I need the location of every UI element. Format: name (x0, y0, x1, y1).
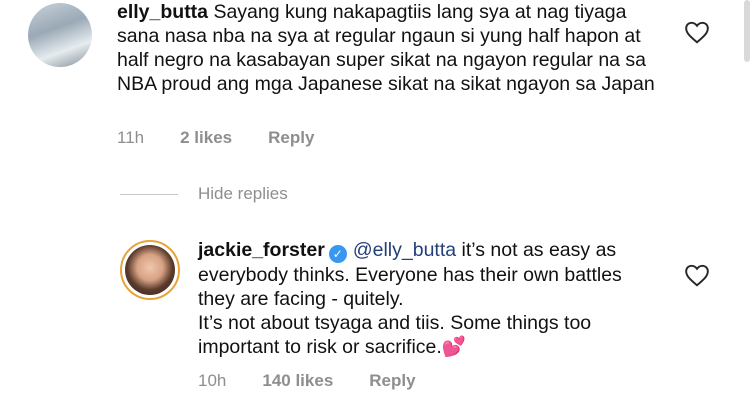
reply-button[interactable]: Reply (268, 128, 314, 148)
avatar-image (125, 245, 175, 295)
likes-count[interactable]: 140 likes (262, 371, 333, 391)
comment-text: elly_butta Sayang kung nakapagtiis lang … (117, 0, 672, 96)
timestamp: 11h (117, 128, 145, 147)
heart-outline-icon[interactable] (684, 263, 710, 287)
hide-replies-button[interactable]: Hide replies (120, 184, 288, 204)
avatar[interactable] (28, 3, 92, 67)
two-hearts-emoji: 💕 (441, 336, 467, 358)
comment-body-line2: It’s not about tsyaga and tiis. Some thi… (198, 312, 592, 358)
verified-badge-icon: ✓ (328, 245, 347, 263)
heart-outline-icon[interactable] (684, 20, 710, 44)
likes-count[interactable]: 2 likes (180, 128, 232, 148)
comment-meta: 10h 140 likes Reply (198, 371, 452, 391)
timestamp: 10h (198, 371, 227, 390)
username[interactable]: elly_butta (117, 1, 208, 23)
avatar[interactable] (120, 240, 180, 300)
hide-replies-label: Hide replies (198, 184, 288, 203)
mention-link[interactable]: @elly_butta (353, 239, 456, 261)
reply-button[interactable]: Reply (369, 371, 415, 391)
comment-meta: 11h 2 likes Reply (117, 128, 350, 148)
scrollbar[interactable] (744, 0, 750, 62)
username[interactable]: jackie_forster (198, 239, 325, 261)
comment-text: jackie_forster ✓ @elly_butta it’s not as e… (198, 238, 638, 359)
divider (120, 193, 178, 195)
